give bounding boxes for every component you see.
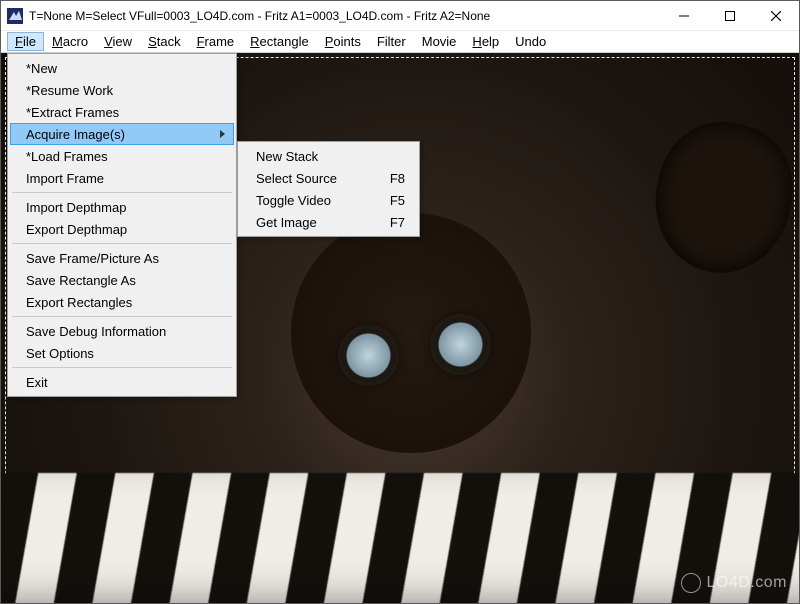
acquire-submenu-item[interactable]: Select SourceF8 [240, 167, 417, 189]
file-menu-item[interactable]: *New [10, 57, 234, 79]
image-content [291, 213, 531, 453]
file-menu-item[interactable]: *Resume Work [10, 79, 234, 101]
window-controls [661, 1, 799, 30]
menu-view[interactable]: View [96, 32, 140, 51]
file-menu-item[interactable]: Save Debug Information [10, 320, 234, 342]
file-menu-item[interactable]: Exit [10, 371, 234, 393]
file-menu-item[interactable]: Save Rectangle As [10, 269, 234, 291]
submenu-arrow-icon [220, 130, 225, 138]
globe-icon [681, 573, 701, 593]
file-menu-item[interactable]: Export Rectangles [10, 291, 234, 313]
acquire-submenu-item[interactable]: New Stack [240, 145, 417, 167]
acquire-submenu-item[interactable]: Get ImageF7 [240, 211, 417, 233]
file-menu-item[interactable]: Export Depthmap [10, 218, 234, 240]
menu-stack[interactable]: Stack [140, 32, 189, 51]
acquire-submenu-item[interactable]: Toggle VideoF5 [240, 189, 417, 211]
file-menu-item[interactable]: Import Frame [10, 167, 234, 189]
file-menu-item[interactable]: Set Options [10, 342, 234, 364]
menu-file[interactable]: File [7, 32, 44, 51]
watermark: LO4D.com [681, 573, 787, 593]
menu-filter[interactable]: Filter [369, 32, 414, 51]
close-button[interactable] [753, 1, 799, 31]
image-content [642, 111, 799, 286]
menu-rectangle[interactable]: Rectangle [242, 32, 317, 51]
image-content [341, 328, 396, 383]
window-title: T=None M=Select VFull=0003_LO4D.com - Fr… [29, 9, 661, 23]
menu-movie[interactable]: Movie [414, 32, 465, 51]
menu-undo[interactable]: Undo [507, 32, 554, 51]
file-menu-item[interactable]: Save Frame/Picture As [10, 247, 234, 269]
file-menu-dropdown: *New*Resume Work*Extract FramesAcquire I… [7, 53, 237, 397]
menu-help[interactable]: Help [464, 32, 507, 51]
file-menu-item[interactable]: *Extract Frames [10, 101, 234, 123]
minimize-button[interactable] [661, 1, 707, 31]
file-menu-item[interactable]: Acquire Image(s) [10, 123, 234, 145]
shortcut-label: F7 [390, 215, 405, 230]
menu-frame[interactable]: Frame [189, 32, 243, 51]
file-menu-item[interactable]: Import Depthmap [10, 196, 234, 218]
acquire-image-submenu: New StackSelect SourceF8Toggle VideoF5Ge… [237, 141, 420, 237]
watermark-text: LO4D.com [707, 574, 787, 592]
maximize-button[interactable] [707, 1, 753, 31]
shortcut-label: F8 [390, 171, 405, 186]
menu-points[interactable]: Points [317, 32, 369, 51]
shortcut-label: F5 [390, 193, 405, 208]
menu-macro[interactable]: Macro [44, 32, 96, 51]
window-titlebar: T=None M=Select VFull=0003_LO4D.com - Fr… [1, 1, 799, 31]
main-menu-bar: FileMacroViewStackFrameRectanglePointsFi… [1, 31, 799, 53]
file-menu-item[interactable]: *Load Frames [10, 145, 234, 167]
image-content [433, 317, 488, 372]
image-content [1, 473, 799, 603]
app-icon [7, 8, 23, 24]
